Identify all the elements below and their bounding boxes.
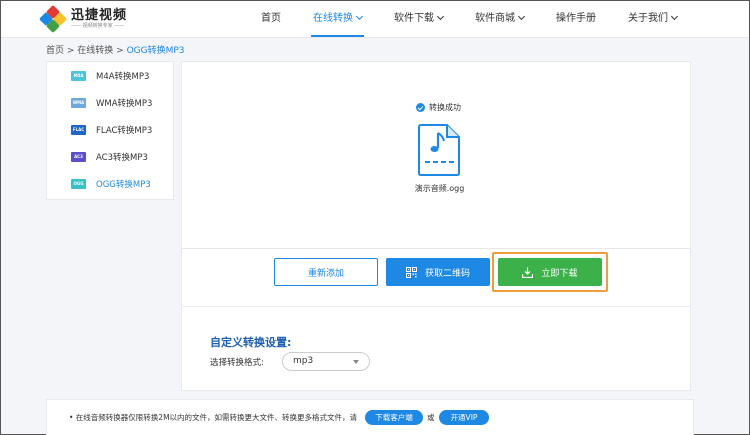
breadcrumb: 首页 > 在线转换 > OGG转换MP3 — [46, 46, 185, 56]
sidebar-item-ogg[interactable]: OGG OGG转换MP3 — [47, 170, 173, 197]
ogg-file-icon: OGG — [71, 178, 86, 189]
convert-status: 转换成功 — [416, 102, 461, 113]
nav-home[interactable]: 首页 — [251, 1, 291, 37]
sidebar: M4A M4A转换MP3 WMA WMA转换MP3 FLAC FLAC转换MP3… — [46, 61, 174, 200]
breadcrumb-online-convert[interactable]: 在线转换 — [77, 46, 113, 56]
open-vip-button[interactable]: 开通VIP — [439, 410, 489, 425]
audio-file-icon — [418, 124, 460, 176]
breadcrumb-home[interactable]: 首页 — [46, 46, 64, 56]
status-text: 转换成功 — [429, 103, 461, 112]
sidebar-item-flac[interactable]: FLAC FLAC转换MP3 — [47, 116, 173, 143]
m4a-file-icon: M4A — [71, 70, 86, 81]
readd-button[interactable]: 重新添加 — [274, 258, 378, 286]
wma-file-icon: WMA — [71, 97, 86, 108]
format-select-value: mp3 — [293, 356, 314, 366]
nav-manual[interactable]: 操作手册 — [546, 1, 606, 37]
notice-bar: • 在线音频转换器仅限转换2M以内的文件，如需转换更大文件、转换更多格式文件，请… — [46, 399, 694, 435]
get-qrcode-button[interactable]: 获取二维码 — [386, 258, 490, 286]
download-client-button[interactable]: 下载客户端 — [365, 410, 423, 425]
nav-software-download[interactable]: 软件下载 — [384, 1, 453, 37]
nav-about[interactable]: 关于我们 — [618, 1, 687, 37]
download-highlight-box — [492, 252, 608, 292]
chevron-down-icon — [517, 12, 526, 21]
logo-subtitle: —— 视频转换专家 —— — [71, 23, 125, 29]
sidebar-item-label: OGG转换MP3 — [96, 179, 151, 190]
qrcode-icon — [405, 266, 417, 278]
format-select[interactable]: mp3 — [282, 352, 370, 371]
chevron-down-icon — [355, 12, 364, 21]
nav-online-convert[interactable]: 在线转换 — [303, 1, 372, 37]
settings-title: 自定义转换设置: — [210, 336, 292, 349]
format-label: 选择转换格式: — [210, 358, 264, 368]
file-name: 演示音频.ogg — [414, 184, 465, 193]
flac-file-icon: FLAC — [71, 124, 86, 135]
logo-icon — [38, 4, 68, 34]
ac3-file-icon: AC3 — [71, 151, 86, 162]
check-circle-icon — [416, 103, 425, 112]
divider — [182, 248, 690, 249]
sidebar-item-ac3[interactable]: AC3 AC3转换MP3 — [47, 143, 173, 170]
sidebar-item-label: WMA转换MP3 — [96, 98, 153, 109]
sidebar-item-label: M4A转换MP3 — [96, 71, 150, 82]
sidebar-item-m4a[interactable]: M4A M4A转换MP3 — [47, 62, 173, 89]
header: 迅捷视频 —— 视频转换专家 —— 首页 在线转换 软件下载 软件商城 操作手册… — [1, 1, 749, 38]
nav-software-store[interactable]: 软件商城 — [465, 1, 534, 37]
caret-down-icon — [353, 360, 359, 364]
sidebar-item-wma[interactable]: WMA WMA转换MP3 — [47, 89, 173, 116]
breadcrumb-current: OGG转换MP3 — [126, 46, 185, 56]
sidebar-item-label: FLAC转换MP3 — [96, 125, 153, 136]
chevron-down-icon — [670, 12, 679, 21]
convert-panel: 转换成功 演示音频.ogg 重新添加 获取二维码 立即下载 自定义转换设置: 选… — [181, 61, 691, 391]
main-nav: 首页 在线转换 软件下载 软件商城 操作手册 关于我们 — [251, 1, 699, 37]
chevron-down-icon — [436, 12, 445, 21]
notice-text: • 在线音频转换器仅限转换2M以内的文件，如需转换更大文件、转换更多格式文件，请 — [69, 413, 358, 422]
logo-title: 迅捷视频 — [71, 8, 128, 23]
logo[interactable]: 迅捷视频 —— 视频转换专家 —— — [38, 4, 128, 34]
sidebar-item-label: AC3转换MP3 — [96, 152, 148, 163]
or-text: 或 — [427, 413, 435, 422]
divider — [182, 306, 690, 307]
